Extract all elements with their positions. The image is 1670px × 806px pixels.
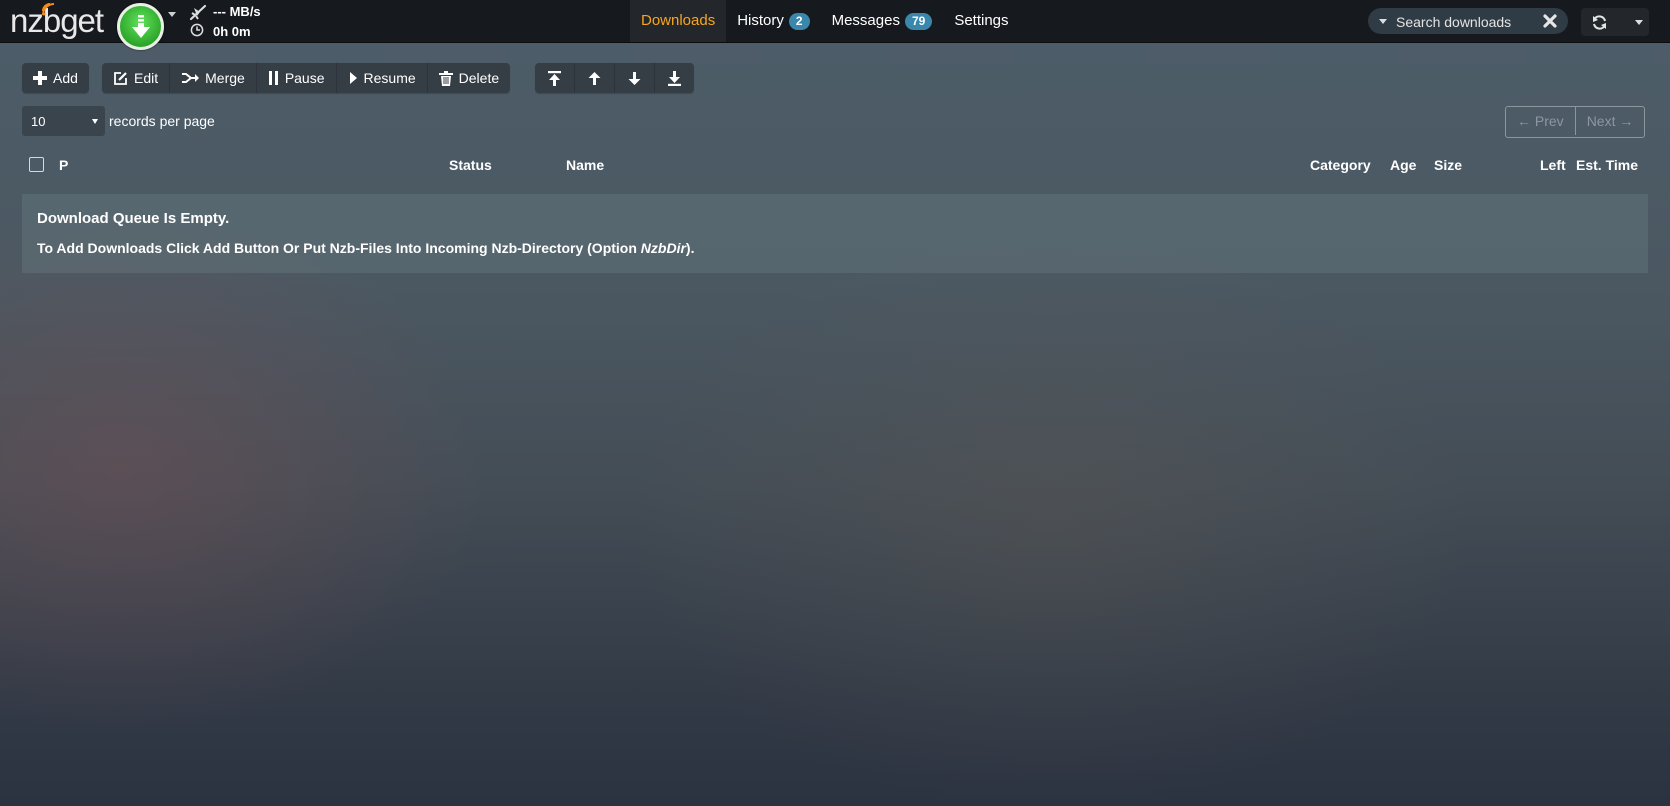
pause-button-label: Pause <box>284 70 325 86</box>
trash-icon <box>438 70 453 86</box>
table-header: P Status Name Category Age Size Left Est… <box>22 154 1648 176</box>
wifi-icon <box>42 3 55 16</box>
download-speed: --- MB/s <box>213 4 261 19</box>
download-menu-caret[interactable] <box>168 12 176 17</box>
column-category[interactable]: Category <box>1310 157 1371 173</box>
messages-count-badge: 79 <box>904 12 933 30</box>
records-per-page-value: 10 <box>31 114 46 129</box>
history-count-badge: 2 <box>788 12 810 30</box>
instructions-end: ). <box>685 240 695 256</box>
column-left[interactable]: Left <box>1540 157 1566 173</box>
top-navbar: nzbget --- MB/s 0h 0m Downloads History … <box>0 0 1670 50</box>
search-menu-caret[interactable] <box>1379 19 1387 24</box>
edit-icon <box>114 71 127 85</box>
column-status[interactable]: Status <box>449 157 492 173</box>
tab-label: Settings <box>954 12 1009 29</box>
tab-label: Downloads <box>641 12 716 29</box>
arrow-top-icon <box>548 70 561 86</box>
arrow-bottom-icon <box>668 70 681 86</box>
play-icon <box>349 72 357 84</box>
tab-downloads[interactable]: Downloads <box>630 0 727 42</box>
edit-button-group: Edit Merge Pause Resume Delete <box>102 63 511 93</box>
pause-icon <box>268 71 278 85</box>
move-button-group <box>535 63 694 93</box>
edit-button-label: Edit <box>134 70 159 86</box>
prev-page-button[interactable]: ← Prev <box>1506 107 1575 135</box>
resume-button[interactable]: Resume <box>337 63 428 93</box>
clock-icon <box>190 23 204 37</box>
add-button[interactable]: Add <box>22 63 89 93</box>
download-toggle-button[interactable] <box>117 3 164 50</box>
column-size[interactable]: Size <box>1434 157 1462 173</box>
merge-button[interactable]: Merge <box>170 63 257 93</box>
empty-queue-title: Download Queue Is Empty. <box>37 210 230 227</box>
column-age[interactable]: Age <box>1390 157 1416 173</box>
refresh-icon[interactable] <box>1591 14 1608 31</box>
move-top-button[interactable] <box>535 63 575 93</box>
plus-icon <box>33 71 47 85</box>
search-box <box>1368 8 1568 34</box>
tab-settings[interactable]: Settings <box>943 0 1019 42</box>
tab-messages[interactable]: Messages 79 <box>821 0 944 42</box>
chevron-down-icon <box>92 119 98 124</box>
airplane-icon <box>189 4 207 21</box>
move-bottom-button[interactable] <box>655 63 694 93</box>
close-icon[interactable] <box>1542 13 1558 29</box>
resume-button-label: Resume <box>363 70 416 86</box>
add-button-group: Add <box>22 63 89 93</box>
search-input[interactable] <box>1394 11 1543 33</box>
empty-queue-instructions: To Add Downloads Click Add Button Or Put… <box>37 240 694 256</box>
column-est-time[interactable]: Est. Time <box>1576 157 1638 173</box>
main-nav: Downloads History 2 Messages 79 Settings <box>630 0 1020 42</box>
arrow-up-icon <box>588 71 601 85</box>
pagination: ← Prev Next → <box>1505 106 1646 138</box>
edit-button[interactable]: Edit <box>102 63 171 93</box>
option-name: NzbDir <box>640 240 686 256</box>
add-button-label: Add <box>53 70 78 86</box>
merge-icon <box>182 73 200 83</box>
download-arrow-icon <box>132 15 150 38</box>
refresh-menu-caret[interactable] <box>1635 20 1643 25</box>
arrow-down-icon <box>628 71 641 85</box>
app-logo: nzbget <box>10 2 104 39</box>
tab-label: Messages <box>831 12 900 29</box>
column-priority[interactable]: P <box>59 157 68 173</box>
column-name[interactable]: Name <box>566 157 604 173</box>
records-per-page-select[interactable]: 10 <box>22 106 105 136</box>
tab-label: History <box>737 12 784 29</box>
merge-button-label: Merge <box>205 70 245 86</box>
move-down-button[interactable] <box>615 63 655 93</box>
refresh-button-group <box>1581 8 1649 36</box>
pause-button[interactable]: Pause <box>257 63 337 93</box>
records-per-page-label: records per page <box>109 113 215 129</box>
delete-button[interactable]: Delete <box>428 63 510 93</box>
remaining-time: 0h 0m <box>213 24 251 39</box>
next-page-button[interactable]: Next → <box>1574 107 1645 135</box>
instructions-text: To Add Downloads Click Add Button Or Put… <box>37 240 641 256</box>
tab-history[interactable]: History 2 <box>726 0 820 42</box>
move-up-button[interactable] <box>575 63 615 93</box>
delete-button-label: Delete <box>458 70 500 86</box>
select-all-checkbox[interactable] <box>29 157 44 172</box>
empty-queue-message: Download Queue Is Empty. To Add Download… <box>22 194 1648 273</box>
